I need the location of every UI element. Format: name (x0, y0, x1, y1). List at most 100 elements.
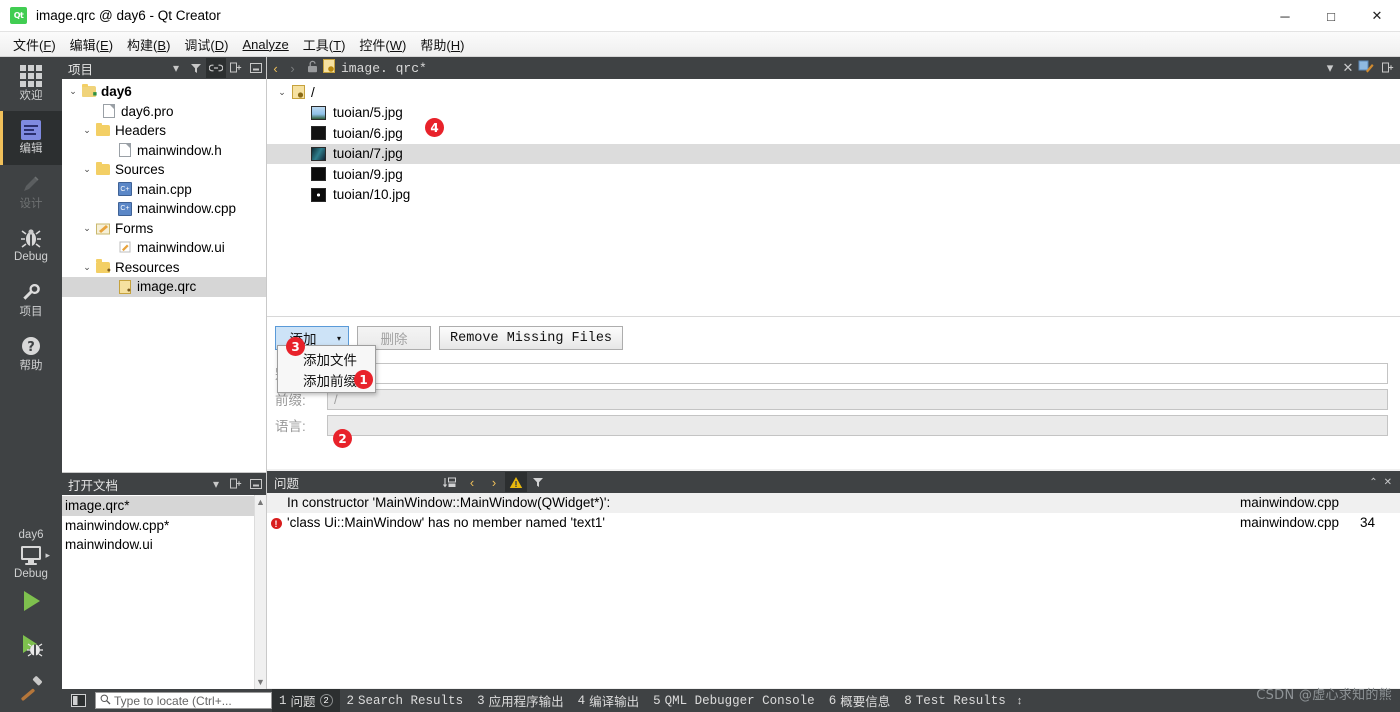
status-tab-number: 1 (279, 693, 287, 708)
chevron-down-icon[interactable]: ▾ (166, 58, 186, 78)
mode-help[interactable]: ? 帮助 (0, 327, 62, 381)
open-documents-scrollbar[interactable]: ▲ ▼ (254, 495, 266, 689)
tree-item-sources[interactable]: ⌄ Sources (62, 160, 266, 180)
prefix-input[interactable]: / (327, 388, 1388, 410)
sidebar-toggle-icon[interactable] (67, 692, 89, 709)
language-input[interactable] (327, 414, 1388, 436)
document-dropdown-icon[interactable]: ▾ (1322, 60, 1338, 76)
expand-arrow-icon[interactable]: ⌄ (275, 87, 289, 98)
split-icon[interactable] (226, 58, 246, 78)
warning-filter-icon[interactable] (505, 472, 527, 492)
qrc-editor: ⌄ / tuoian/5.jpg tuoian/6.jpg tuoian/7.j… (267, 79, 1400, 469)
link-icon[interactable] (206, 58, 226, 78)
expand-arrow-icon[interactable]: ⌄ (80, 223, 94, 234)
table-row[interactable]: ! 'class Ui::MainWindow' has no member n… (267, 513, 1400, 533)
qrc-file-tree[interactable]: ⌄ / tuoian/5.jpg tuoian/6.jpg tuoian/7.j… (267, 79, 1400, 317)
scroll-down-icon[interactable]: ▼ (256, 677, 265, 687)
status-tab-qml-debugger-console[interactable]: 5 QML Debugger Console (646, 692, 822, 710)
status-tab-issues[interactable]: 1 问题 2 (272, 689, 340, 712)
run-button[interactable] (0, 580, 62, 624)
pro-file-icon (100, 103, 118, 119)
status-tab-label: 应用程序输出 (488, 695, 564, 709)
mode-welcome[interactable]: 欢迎 (0, 57, 62, 111)
project-tree[interactable]: ⌄ ■ day6 day6.pro ⌄ Headers mainwindow.h (62, 79, 266, 472)
split-editor-icon[interactable] (1358, 59, 1374, 77)
mode-debug[interactable]: Debug (0, 219, 62, 273)
table-row[interactable]: In constructor 'MainWindow::MainWindow(Q… (267, 493, 1400, 513)
status-tab-test-results[interactable]: 8 Test Results (897, 692, 1013, 710)
close-button[interactable]: ✕ (1354, 0, 1400, 32)
menu-file[interactable]: 文件(F) (6, 32, 63, 57)
minimize-button[interactable]: ─ (1262, 0, 1308, 32)
unlock-icon[interactable] (301, 60, 323, 76)
tabbar-right-controls: ▾ ✕ (1322, 59, 1378, 77)
mode-edit[interactable]: 编辑 (0, 111, 62, 165)
split-icon[interactable] (1378, 58, 1398, 78)
tree-item-resources[interactable]: ⌄ ● Resources (62, 258, 266, 278)
tree-item-mainwindow-h[interactable]: mainwindow.h (62, 141, 266, 161)
mode-design-label: 设计 (19, 198, 43, 210)
search-input[interactable]: Type to locate (Ctrl+... (95, 692, 272, 709)
expand-arrow-icon[interactable]: ⌄ (66, 86, 80, 97)
qrc-file-row[interactable]: tuoian/9.jpg (267, 164, 1400, 185)
issues-list[interactable]: In constructor 'MainWindow::MainWindow(Q… (267, 493, 1400, 688)
qrc-root-row[interactable]: ⌄ / (267, 82, 1400, 103)
filter-icon[interactable] (527, 472, 549, 492)
output-pane-updown-icon[interactable]: ↕ (1017, 695, 1023, 707)
alias-input[interactable] (327, 362, 1388, 384)
scroll-up-icon[interactable]: ▲ (256, 497, 265, 507)
status-tab-overview[interactable]: 6 概要信息 (822, 689, 898, 712)
list-item[interactable]: image.qrc* (62, 496, 266, 516)
status-tab-search-results[interactable]: 2 Search Results (340, 692, 471, 710)
navigate-back-icon[interactable]: ‹ (267, 61, 284, 76)
close-document-icon[interactable]: ✕ (1340, 60, 1356, 76)
collapse-icon[interactable]: ⌃ (1369, 477, 1377, 488)
mode-projects[interactable]: 项目 (0, 273, 62, 327)
list-item[interactable]: mainwindow.cpp* (62, 516, 266, 536)
maximize-button[interactable]: □ (1308, 0, 1354, 32)
expand-arrow-icon[interactable]: ⌄ (80, 125, 94, 136)
close-icon[interactable]: ✕ (1384, 477, 1392, 488)
navigate-forward-icon[interactable]: › (284, 61, 301, 76)
remove-missing-files-button[interactable]: Remove Missing Files (439, 326, 624, 350)
qrc-file-row[interactable]: tuoian/7.jpg (267, 143, 1400, 164)
tree-item-headers[interactable]: ⌄ Headers (62, 121, 266, 141)
menu-edit[interactable]: 编辑(E) (63, 32, 120, 57)
tree-item-label: image.qrc (137, 279, 197, 295)
menu-widgets[interactable]: 控件(W) (352, 32, 413, 57)
open-documents-list[interactable]: image.qrc* mainwindow.cpp* mainwindow.ui… (62, 495, 266, 689)
menu-debug[interactable]: 调试(D) (177, 32, 235, 57)
tree-item-mainwindow-ui[interactable]: mainwindow.ui (62, 238, 266, 258)
next-issue-icon[interactable]: › (483, 472, 505, 492)
sort-icon[interactable] (439, 472, 461, 492)
menu-help[interactable]: 帮助(H) (413, 32, 471, 57)
split-icon[interactable] (226, 474, 246, 494)
status-tab-application-output[interactable]: 3 应用程序输出 (470, 689, 571, 712)
menu-build[interactable]: 构建(B) (120, 32, 177, 57)
chevron-down-icon[interactable]: ▾ (206, 474, 226, 494)
chevron-down-icon[interactable]: ▾ (330, 334, 348, 343)
debug-button[interactable] (0, 624, 62, 668)
tree-item-image-qrc[interactable]: ● image.qrc (62, 277, 266, 297)
list-item[interactable]: mainwindow.ui (62, 535, 266, 555)
tree-item-day6-pro[interactable]: day6.pro (62, 102, 266, 122)
issue-file: mainwindow.cpp (1240, 514, 1340, 530)
close-icon[interactable] (246, 474, 266, 494)
question-icon: ? (20, 335, 42, 357)
filter-icon[interactable] (186, 58, 206, 78)
menu-analyze[interactable]: Analyze (236, 34, 296, 55)
expand-arrow-icon[interactable]: ⌄ (80, 164, 94, 175)
menu-tools[interactable]: 工具(T) (296, 32, 353, 57)
tree-item-day6[interactable]: ⌄ ■ day6 (62, 82, 266, 102)
expand-arrow-icon[interactable]: ⌄ (80, 262, 94, 273)
qrc-file-row[interactable]: tuoian/10.jpg (267, 185, 1400, 206)
tree-item-forms[interactable]: ⌄ Forms (62, 219, 266, 239)
status-tab-compile-output[interactable]: 4 编译输出 (571, 689, 647, 712)
build-button[interactable] (0, 668, 62, 712)
tree-item-mainwindow-cpp[interactable]: C+ mainwindow.cpp (62, 199, 266, 219)
tree-item-main-cpp[interactable]: C+ main.cpp (62, 180, 266, 200)
kit-selector[interactable]: day6 ▸ Debug (0, 523, 62, 580)
prev-issue-icon[interactable]: ‹ (461, 472, 483, 492)
active-document-tab[interactable]: image. qrc* (323, 59, 427, 77)
close-icon[interactable] (246, 58, 266, 78)
